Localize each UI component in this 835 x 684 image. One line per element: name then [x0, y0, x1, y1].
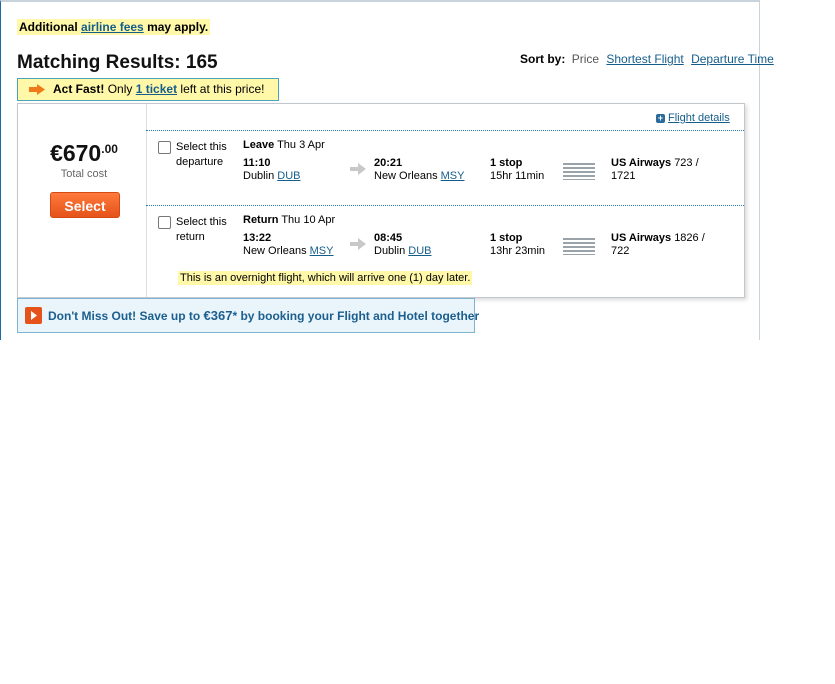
leg-direction: Return Thu 10 Apr — [243, 214, 335, 226]
results-title: Matching Results: 165 — [17, 52, 218, 73]
arrow-right-icon — [350, 163, 366, 175]
sort-bar: Sort by: Price Shortest Flight Departure… — [520, 52, 778, 66]
price-column: €670.00 Total cost Select — [18, 104, 147, 297]
airline-logo-icon — [563, 237, 595, 255]
leg-date: Thu 3 Apr — [277, 139, 325, 151]
divider — [146, 130, 744, 131]
depart-time: 13:22 — [243, 232, 272, 244]
leg-destination: 20:21 New Orleans MSY — [374, 157, 464, 183]
act-fast-text: Act Fast! Only 1 ticket left at this pri… — [53, 79, 264, 100]
sort-price[interactable]: Price — [572, 52, 599, 66]
sort-shortest-flight-link[interactable]: Shortest Flight — [606, 52, 683, 66]
play-arrow-icon — [25, 307, 42, 324]
act-fast-banner: Act Fast! Only 1 ticket left at this pri… — [17, 78, 279, 101]
duration: 13hr 23min — [490, 245, 546, 257]
stops-count: 1 stop — [490, 157, 523, 169]
select-departure-checkbox[interactable] — [158, 141, 171, 154]
arrow-right-icon — [29, 84, 45, 95]
airline-fees-link[interactable]: airline fees — [81, 20, 144, 34]
act-fast-text1: Only — [107, 82, 133, 96]
act-fast-text2: left at this price! — [180, 82, 265, 96]
airline-name: US Airways — [611, 157, 672, 169]
depart-time: 11:10 — [243, 157, 271, 169]
airline-fees-notice: Additional airline fees may apply. — [17, 19, 211, 35]
arrive-code-link[interactable]: MSY — [441, 170, 465, 182]
arrive-city: New Orleans — [374, 170, 438, 182]
airline-name: US Airways — [611, 232, 672, 244]
airline-logo-icon — [563, 162, 595, 180]
arrive-code-link[interactable]: DUB — [408, 245, 431, 257]
notice-suffix: may apply. — [147, 20, 209, 34]
promo-text2: * by booking your Flight and Hotel toget… — [232, 309, 480, 323]
ticket-count-link[interactable]: 1 ticket — [136, 82, 177, 96]
leg-origin: 11:10 Dublin DUB — [243, 157, 300, 183]
plus-icon: + — [656, 113, 665, 123]
arrive-city: Dublin — [374, 245, 406, 257]
direction-label: Return — [243, 214, 279, 226]
leg-direction: Leave Thu 3 Apr — [243, 139, 325, 151]
select-button[interactable]: Select — [50, 192, 120, 218]
total-price: €670.00 — [18, 140, 150, 167]
leg-stops: 1 stop 13hr 23min — [490, 232, 545, 258]
leg-destination: 08:45 Dublin DUB — [374, 232, 431, 258]
leg-origin: 13:22 New Orleans MSY — [243, 232, 333, 258]
flight-hotel-promo[interactable]: Don't Miss Out! Save up to €367* by book… — [17, 298, 479, 333]
stops-count: 1 stop — [490, 232, 523, 244]
price-main: €670 — [50, 140, 102, 166]
leg-date: Thu 10 Apr — [281, 214, 336, 226]
leg-stops: 1 stop 15hr 11min — [490, 157, 544, 183]
promo-text1: Don't Miss Out! Save up to — [48, 309, 201, 323]
arrive-time: 20:21 — [374, 157, 403, 169]
sort-departure-time-link[interactable]: Departure Time — [691, 52, 774, 66]
depart-code-link[interactable]: DUB — [277, 170, 300, 182]
flight-details-link[interactable]: Flight details — [668, 112, 730, 124]
promo-text: Don't Miss Out! Save up to €367* by book… — [48, 299, 479, 333]
select-departure-label: Select this departure — [176, 141, 227, 168]
leg-return: Select this return Return Thu 10 Apr 13:… — [146, 207, 744, 285]
notice-prefix: Additional — [19, 20, 78, 34]
direction-label: Leave — [243, 139, 275, 151]
leg-airline: US Airways 723 / 1721 — [611, 157, 711, 183]
price-cents: .00 — [101, 142, 118, 156]
flight-result-card: €670.00 Total cost Select + Flight detail… — [17, 103, 745, 298]
divider — [146, 205, 744, 206]
act-fast-bold: Act Fast! — [53, 82, 105, 96]
promo-amount: €367 — [203, 308, 233, 323]
leg-airline: US Airways 1826 / 722 — [611, 232, 711, 258]
select-return-label: Select this return — [176, 216, 227, 243]
depart-code-link[interactable]: MSY — [310, 245, 334, 257]
sort-label: Sort by: — [520, 52, 566, 66]
overnight-notice: This is an overnight flight, which will … — [178, 271, 473, 285]
depart-city: Dublin — [243, 170, 275, 182]
total-cost-label: Total cost — [60, 168, 108, 180]
depart-city: New Orleans — [243, 245, 307, 257]
duration: 15hr 11min — [490, 170, 545, 182]
arrive-time: 08:45 — [374, 232, 403, 244]
arrow-right-icon — [350, 238, 366, 250]
select-return-checkbox[interactable] — [158, 216, 171, 229]
leg-departure: Select this departure Leave Thu 3 Apr 11… — [146, 132, 744, 204]
flight-details[interactable]: + Flight details — [656, 112, 730, 124]
